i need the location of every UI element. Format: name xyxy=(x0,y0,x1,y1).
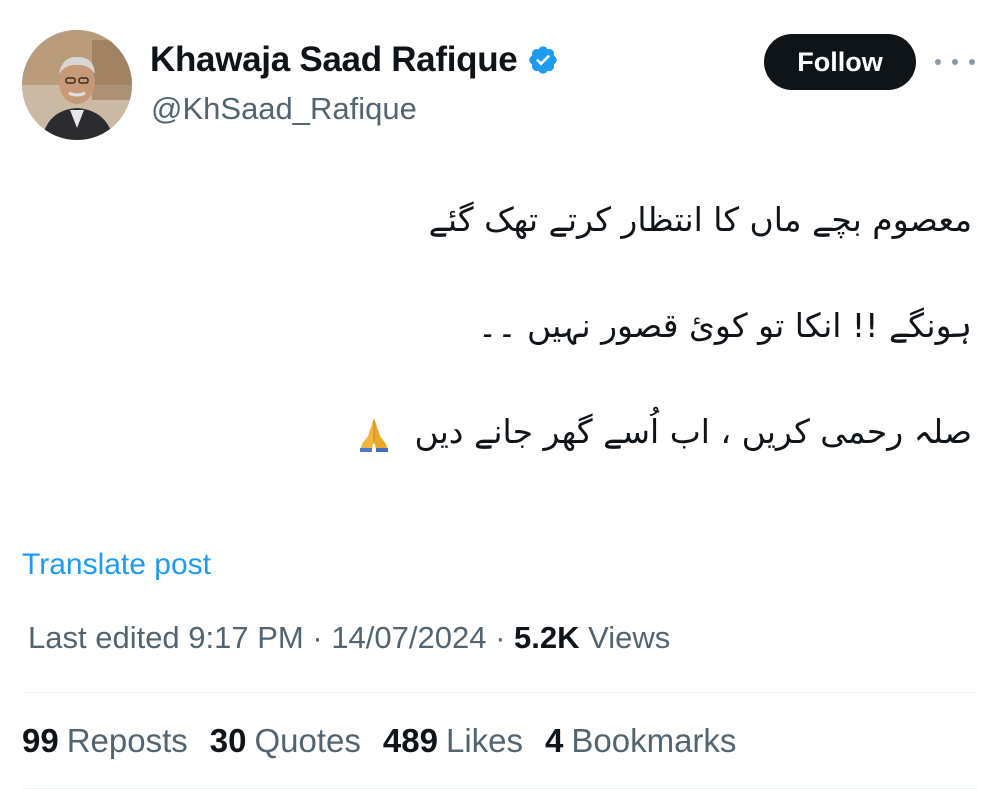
tweet-text: معصوم بچے ماں کا انتظار کرتے تھک گئے ہون… xyxy=(72,180,972,498)
display-name-text[interactable]: Khawaja Saad Rafique xyxy=(150,40,518,80)
author-display-name[interactable]: Khawaja Saad Rafique xyxy=(150,40,559,80)
bookmarks-label: Bookmarks xyxy=(571,722,737,759)
meta-separator: · xyxy=(303,620,332,655)
tweet-line-3-wrap: صلہ رحمی کریں ، اب اُسے گھر جانے دیں xyxy=(72,392,972,498)
tweet-date[interactable]: 14/07/2024 xyxy=(331,620,486,655)
meta-separator: · xyxy=(486,620,515,655)
quotes-label: Quotes xyxy=(254,722,361,759)
bookmarks-stat[interactable]: 4 Bookmarks xyxy=(545,722,736,760)
dot xyxy=(952,59,958,65)
dot xyxy=(935,59,941,65)
likes-label: Likes xyxy=(445,722,524,759)
views-label: Views xyxy=(579,620,671,655)
quotes-stat[interactable]: 30 Quotes xyxy=(210,722,361,760)
tweet-line-3: صلہ رحمی کریں ، اب اُسے گھر جانے دیں xyxy=(414,412,973,451)
reposts-label: Reposts xyxy=(66,722,188,759)
tweet-meta: Last edited 9:17 PM · 14/07/2024 · 5.2K … xyxy=(28,620,670,656)
likes-stat[interactable]: 489 Likes xyxy=(383,722,523,760)
reposts-stat[interactable]: 99 Reposts xyxy=(22,722,188,760)
engagement-stats: 99 Reposts 30 Quotes 489 Likes 4 Bookmarks xyxy=(22,722,736,760)
divider xyxy=(22,692,978,693)
reposts-count: 99 xyxy=(22,722,59,759)
views-count: 5.2K xyxy=(514,620,580,655)
quotes-count: 30 xyxy=(209,722,247,759)
avatar-image xyxy=(22,30,132,140)
verified-badge-icon xyxy=(529,46,558,74)
more-horizontal-icon[interactable] xyxy=(935,48,975,76)
tweet-line-2: ہونگے !! انکا تو کوئ قصور نہیں ۔۔ xyxy=(477,306,972,345)
avatar[interactable] xyxy=(22,30,132,140)
follow-button[interactable]: Follow xyxy=(764,34,916,90)
translate-post-link[interactable]: Translate post xyxy=(22,548,211,582)
folded-hands-emoji-icon xyxy=(360,417,388,452)
edited-prefix[interactable]: Last edited xyxy=(28,620,188,655)
bookmarks-count: 4 xyxy=(545,722,564,759)
likes-count: 489 xyxy=(382,722,438,759)
author-handle[interactable]: @KhSaad_Rafique xyxy=(151,91,417,127)
dot xyxy=(969,59,975,65)
tweet-line-1: معصوم بچے ماں کا انتظار کرتے تھک گئے xyxy=(428,200,972,239)
tweet-time[interactable]: 9:17 PM xyxy=(188,620,303,655)
